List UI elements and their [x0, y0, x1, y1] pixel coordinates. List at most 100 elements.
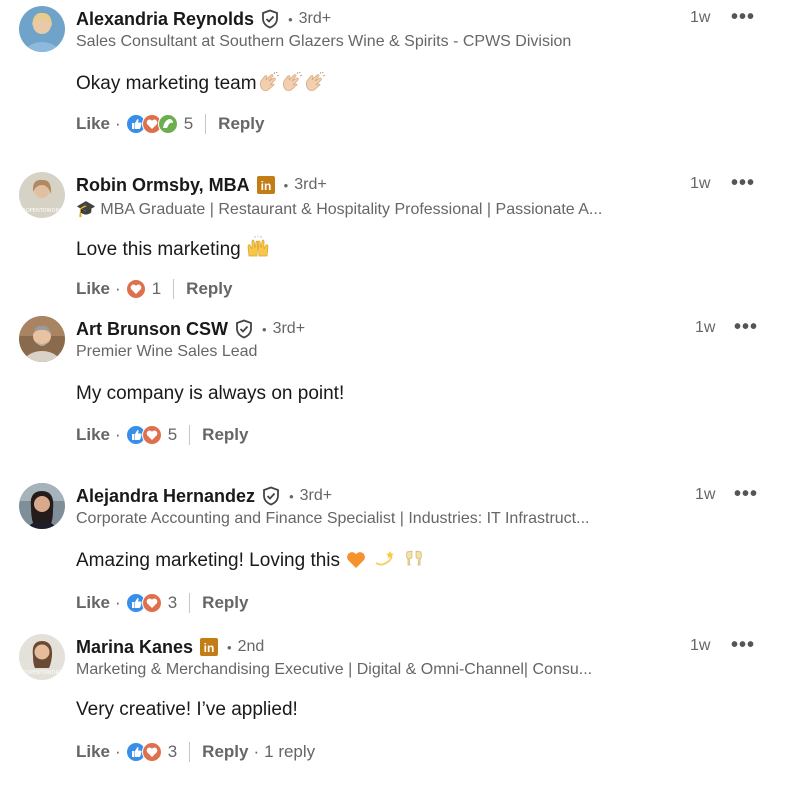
svg-text:in: in — [260, 179, 271, 193]
love-reaction-icon — [141, 425, 162, 445]
connection-degree: 3rd+ — [298, 10, 332, 27]
reply-button[interactable]: Reply — [202, 425, 248, 445]
svg-text:#OPENTOWORK: #OPENTOWORK — [22, 208, 63, 214]
reaction-count: 3 — [167, 742, 178, 761]
connection-degree: 3rd+ — [272, 320, 306, 337]
comment-text: Love this marketing — [76, 235, 270, 264]
reaction-count: 3 — [167, 593, 178, 612]
more-options-icon[interactable]: ••• — [731, 634, 755, 657]
like-button[interactable]: Like — [76, 593, 110, 613]
separator-dot: · — [115, 425, 121, 444]
dizzy-icon — [374, 549, 396, 575]
reactions-summary[interactable] — [125, 279, 146, 299]
avatar[interactable] — [19, 316, 65, 362]
comment-time: 1w — [690, 9, 711, 26]
action-divider — [173, 279, 175, 299]
comment-text: Very creative! I’ve applied! — [76, 699, 298, 721]
connection-degree: 3rd+ — [299, 487, 333, 504]
verified-icon — [261, 486, 281, 506]
separator-dot: • — [288, 11, 293, 27]
svg-text:#OPENTOWORK: #OPENTOWORK — [22, 670, 63, 676]
linkedin-premium-icon: in — [256, 175, 276, 195]
more-options-icon[interactable]: ••• — [731, 6, 755, 29]
more-options-icon[interactable]: ••• — [731, 172, 755, 195]
comment-text-content: Very creative! I’ve applied! — [76, 699, 298, 720]
reply-button[interactable]: Reply — [202, 593, 248, 613]
comment-actions: Like · 5 Reply — [76, 425, 248, 445]
avatar[interactable]: #OPENTOWORK — [19, 172, 65, 218]
like-button[interactable]: Like — [76, 279, 110, 299]
separator-dot: · — [115, 593, 121, 612]
reaction-count: 1 — [151, 279, 162, 298]
comment-time: 1w — [695, 486, 716, 503]
reply-button[interactable]: Reply — [218, 114, 264, 134]
comment-actions: Like · 3 Reply · 1 reply — [76, 742, 315, 762]
replies-link[interactable]: 1 reply — [264, 742, 315, 762]
commenter-name[interactable]: Art Brunson CSW — [76, 319, 228, 340]
comment-actions: Like · 1 Reply — [76, 279, 232, 299]
separator-dot: · — [115, 279, 121, 298]
comment-text-content: Love this marketing — [76, 239, 241, 260]
separator-dot: • — [289, 488, 294, 504]
more-options-icon[interactable]: ••• — [734, 316, 758, 339]
commenter-headline: Corporate Accounting and Finance Special… — [76, 510, 590, 527]
reaction-count: 5 — [167, 425, 178, 444]
reactions-summary[interactable] — [125, 742, 162, 762]
reaction-count: 5 — [183, 114, 194, 133]
reply-button[interactable]: Reply — [202, 742, 248, 762]
action-divider — [189, 593, 191, 613]
avatar[interactable]: #OPENTOWORK — [19, 634, 65, 680]
separator-dot: · — [253, 742, 260, 761]
svg-text:in: in — [204, 641, 215, 655]
comment-time: 1w — [690, 175, 711, 192]
reactions-summary[interactable] — [125, 114, 178, 134]
more-options-icon[interactable]: ••• — [734, 483, 758, 506]
comment-actions: Like · 5 Reply — [76, 114, 264, 134]
commenter-headline: 🎓 MBA Graduate | Restaurant & Hospitalit… — [76, 201, 603, 218]
linkedin-premium-icon: in — [199, 637, 219, 657]
comment-time: 1w — [690, 637, 711, 654]
clinking-glasses-icon — [404, 549, 424, 575]
avatar[interactable] — [19, 6, 65, 52]
clapping-hands-icon — [258, 71, 280, 98]
commenter-name[interactable]: Marina Kanes — [76, 637, 193, 658]
comment-text-content: Amazing marketing! Loving this — [76, 550, 341, 571]
action-divider — [189, 425, 191, 445]
avatar[interactable] — [19, 483, 65, 529]
commenter-headline: Marketing & Merchandising Executive | Di… — [76, 661, 593, 678]
clapping-hands-icon — [281, 71, 303, 98]
like-button[interactable]: Like — [76, 114, 110, 134]
comment-actions: Like · 3 Reply — [76, 593, 248, 613]
comment-text: Amazing marketing! Loving this — [76, 549, 424, 575]
connection-degree: 2nd — [237, 638, 265, 655]
reactions-summary[interactable] — [125, 425, 162, 445]
love-reaction-icon — [141, 593, 162, 613]
comment-text: Okay marketing team — [76, 71, 326, 98]
love-reaction-icon — [125, 279, 146, 299]
reactions-summary[interactable] — [125, 593, 162, 613]
love-reaction-icon — [141, 742, 162, 762]
comment-time: 1w — [695, 319, 716, 336]
separator-dot: • — [262, 321, 267, 337]
reply-button[interactable]: Reply — [186, 279, 232, 299]
separator-dot: • — [227, 639, 232, 655]
separator-dot: • — [283, 177, 289, 193]
commenter-headline: Sales Consultant at Southern Glazers Win… — [76, 33, 572, 50]
commenter-name[interactable]: Robin Ormsby, MBA — [76, 175, 250, 196]
comment-text: My company is always on point! — [76, 383, 344, 405]
commenter-name[interactable]: Alexandria Reynolds — [76, 9, 254, 30]
raising-hands-icon — [246, 235, 270, 264]
like-button[interactable]: Like — [76, 425, 110, 445]
verified-icon — [260, 9, 280, 29]
separator-dot: · — [115, 114, 121, 133]
separator-dot: · — [115, 742, 121, 761]
comment-text-content: My company is always on point! — [76, 383, 345, 404]
like-button[interactable]: Like — [76, 742, 110, 762]
commenter-name[interactable]: Alejandra Hernandez — [76, 486, 255, 507]
action-divider — [189, 742, 191, 762]
action-divider — [205, 114, 207, 134]
verified-icon — [234, 319, 254, 339]
support-reaction-icon — [157, 114, 178, 134]
orange-heart-icon — [346, 551, 366, 575]
comment-text-content: Okay marketing team — [76, 73, 257, 94]
